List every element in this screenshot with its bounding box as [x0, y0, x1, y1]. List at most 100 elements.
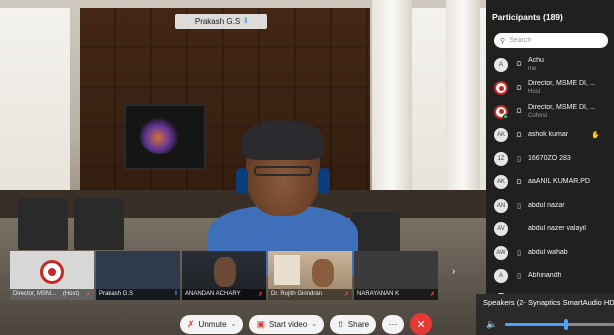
window-left — [0, 8, 70, 208]
headset-icon: Ω — [516, 178, 522, 186]
headset-icon: Ω — [516, 108, 522, 116]
status-badge — [503, 113, 508, 119]
share-label: Share — [347, 319, 370, 329]
participant-name: Abhinandh — [528, 272, 562, 280]
participant-role: Cohost — [528, 112, 548, 119]
avatar-initials: AK — [496, 179, 505, 186]
participant-thumbnail[interactable]: Prakash G.S ‖ — [96, 251, 180, 300]
volume-slider-handle[interactable] — [563, 319, 568, 330]
participant-text: abdul nazer valayil — [528, 225, 586, 233]
thumbnail-name: Director, MSM... — [13, 291, 57, 297]
phone-icon: ▯ — [517, 155, 521, 163]
chevron-down-icon[interactable]: ⌄ — [311, 320, 317, 328]
participant-avatar: AK — [494, 128, 508, 143]
participant-name: aaANIL KUMAR.PD — [528, 178, 590, 186]
mic-icon: ‖ — [244, 18, 248, 25]
unmute-button[interactable]: ✗ Unmute ⌄ — [180, 314, 244, 334]
active-speaker-label: Prakash G.S ‖ — [175, 14, 267, 29]
speaker-glasses — [254, 166, 312, 176]
thumbnail-name-bar: ANANDAN ACHARY ✗ — [182, 289, 266, 300]
participant-list: A Ω Achu me Ω Director, MSME DI, ... Host Ω Dire… — [494, 53, 614, 312]
speaker-icon[interactable]: 🔈 — [486, 319, 497, 330]
headset-left — [236, 168, 248, 194]
more-icon: ··· — [388, 319, 398, 329]
speaker-device-name[interactable]: Speakers (2- Synaptics SmartAudio HD) — [483, 298, 614, 307]
thumbnail-name: NARAYANAN K — [357, 291, 400, 297]
participant-avatar: AN — [494, 198, 508, 213]
unmute-label: Unmute — [198, 319, 227, 329]
chair — [74, 198, 124, 250]
participant-text: Achu me — [528, 57, 544, 73]
participant-row[interactable]: AK ΩaaANIL KUMAR.PD — [494, 171, 614, 195]
avatar-initials: AV — [497, 226, 505, 233]
participant-role: me — [528, 65, 537, 72]
participant-avatar: AK — [494, 175, 508, 190]
share-icon: ⇧ — [337, 319, 344, 329]
thumbnail-name-bar: Director, MSM... (Host) ✗ — [10, 289, 94, 300]
participant-row[interactable]: A ▯ Abhinandh — [494, 265, 614, 289]
chevron-down-icon[interactable]: ⌄ — [231, 320, 237, 328]
participant-name: abdul nazer valayil — [528, 225, 586, 233]
participant-avatar: A — [494, 269, 508, 284]
participant-row[interactable]: AV abdul nazer valayil — [494, 218, 614, 242]
mic-muted-icon: ✗ — [429, 292, 435, 298]
participant-search[interactable]: ⚲ — [494, 33, 608, 48]
participant-row[interactable]: 1Z ▯ 16670ZO 283 — [494, 147, 614, 171]
participant-face — [214, 257, 236, 287]
participant-name: Director, MSME DI, ... — [528, 80, 596, 88]
participant-row[interactable]: Ω Director, MSME DI, ... Host — [494, 77, 614, 101]
leave-meeting-button[interactable]: ✕ — [410, 313, 433, 335]
participant-text: Abhinandh — [528, 272, 561, 280]
participant-row[interactable]: AK Ωashok kumar ✋ — [494, 124, 614, 148]
participant-row[interactable]: AW ▯ abdul wahab — [494, 241, 614, 265]
participant-text: Director, MSME DI, ... Cohost — [528, 104, 596, 120]
share-button[interactable]: ⇧ Share — [330, 314, 377, 334]
search-icon: ⚲ — [500, 37, 506, 45]
participant-name: 16670ZO 283 — [528, 154, 571, 162]
more-options-button[interactable]: ··· — [382, 314, 405, 334]
mic-muted-icon: ✗ — [187, 318, 195, 329]
participant-text: aaANIL KUMAR.PD — [528, 178, 590, 186]
participant-avatar — [494, 81, 508, 96]
volume-slider-fill — [505, 323, 566, 326]
headset-icon: Ω — [516, 131, 522, 139]
participants-panel: Participants (189) ⚲ A Ω Achume Ω Director, … — [486, 0, 614, 335]
main-video-stage[interactable]: Prakash G.S ‖ Director, MSM... (Host) ✗ Pr… — [0, 0, 486, 335]
avatar-initials: A — [498, 61, 503, 68]
phone-icon: ▯ — [517, 202, 521, 210]
participant-row[interactable]: AN ▯ abdul nazar — [494, 194, 614, 218]
volume-control: 🔈 — [486, 319, 614, 330]
search-input[interactable] — [509, 37, 600, 44]
mic-muted-icon: ✗ — [343, 292, 349, 298]
volume-slider[interactable] — [505, 319, 614, 330]
participant-avatar: AV — [494, 222, 508, 237]
phone-icon: ▯ — [517, 273, 521, 281]
participant-thumbnail[interactable]: Dr. Rojith Girindran ✗ — [268, 251, 352, 300]
close-icon: ✕ — [416, 318, 426, 331]
participant-avatar — [494, 104, 508, 119]
chevron-right-icon[interactable]: › — [452, 266, 464, 282]
avatar-initials: AW — [496, 249, 506, 256]
avatar-initials: AK — [496, 132, 505, 139]
thumbnail-strip: Director, MSM... (Host) ✗ Prakash G.S ‖ ANAN… — [10, 251, 470, 300]
participant-avatar: A — [494, 57, 508, 72]
thumbnail-name: Prakash G.S — [99, 291, 134, 297]
participant-thumbnail[interactable]: NARAYANAN K ✗ — [354, 251, 438, 300]
participant-row[interactable]: Ω Director, MSME DI, ... Cohost — [494, 100, 614, 124]
participant-row[interactable]: A Ω Achu me — [494, 53, 614, 77]
avatar-initials: A — [498, 273, 503, 280]
participant-name: abdul nazar — [528, 201, 565, 209]
mic-icon: ‖ — [174, 291, 177, 297]
participant-text: abdul nazar — [528, 202, 565, 210]
video-off-icon: ▣ — [256, 318, 265, 329]
participant-name: Achu — [528, 56, 544, 64]
participant-thumbnail[interactable]: ANANDAN ACHARY ✗ — [182, 251, 266, 300]
participant-text: abdul wahab — [528, 249, 568, 257]
speaker-video — [208, 120, 358, 276]
participant-text: 16670ZO 283 — [528, 155, 571, 163]
start-video-button[interactable]: ▣ Start video ⌄ — [249, 314, 325, 334]
participant-thumbnail[interactable]: Director, MSM... (Host) ✗ — [10, 251, 94, 300]
participant-text: ashok kumar — [528, 131, 568, 139]
mic-muted-icon: ✗ — [85, 292, 91, 298]
participants-title: Participants (189) — [492, 12, 563, 22]
